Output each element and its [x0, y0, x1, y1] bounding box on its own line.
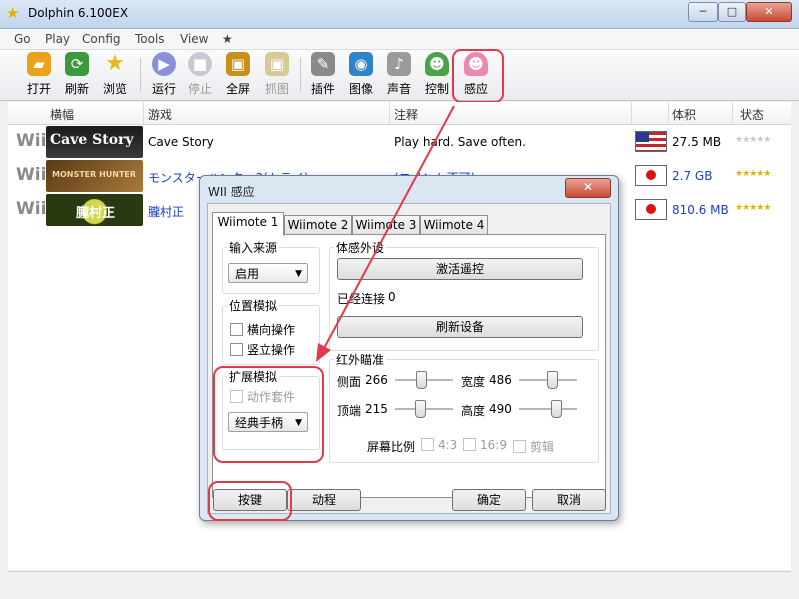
arrow-head: [316, 343, 331, 362]
annotation-arrow: [316, 105, 455, 362]
tab-wiimote-1[interactable]: Wiimote 1: [212, 212, 284, 236]
arrow-line: [321, 105, 455, 353]
